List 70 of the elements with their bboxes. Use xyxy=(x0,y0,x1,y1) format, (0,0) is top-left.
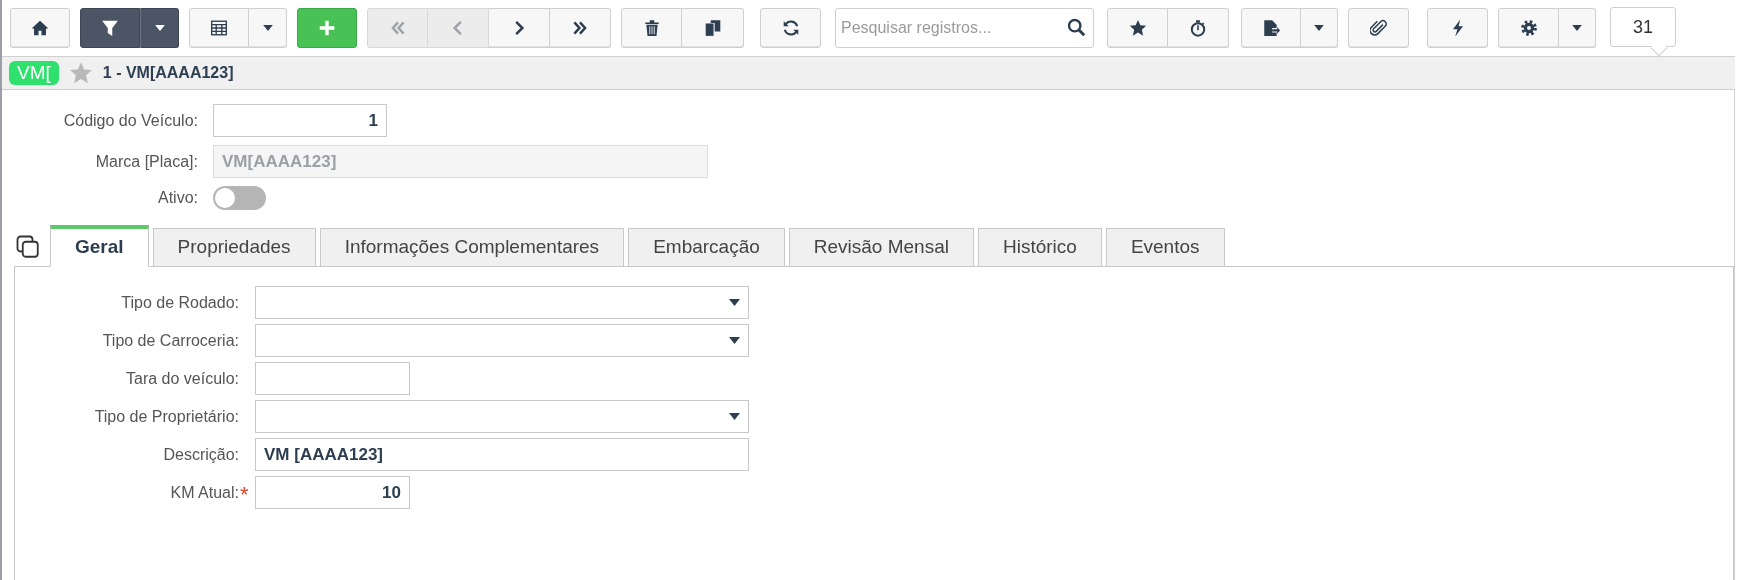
caret-icon xyxy=(729,299,740,306)
filter-dropdown-button[interactable] xyxy=(140,8,179,48)
caret-icon xyxy=(729,337,740,344)
field-label: KM Atual: xyxy=(170,482,239,503)
settings-dropdown-button[interactable] xyxy=(1559,8,1596,48)
timer-icon xyxy=(1189,19,1207,37)
filter-icon xyxy=(101,19,119,37)
tab[interactable]: Propriedades xyxy=(152,228,316,266)
record-badge: VM[ xyxy=(9,61,59,85)
settings-icon xyxy=(1519,19,1538,37)
record-counter: 31 xyxy=(1610,7,1676,47)
favorite-icon xyxy=(1128,19,1147,37)
add-icon xyxy=(318,19,336,37)
export-icon xyxy=(1262,19,1280,37)
delete-icon xyxy=(642,19,661,37)
table-dropdown-button[interactable] xyxy=(249,8,287,48)
required-mark: * xyxy=(240,482,250,503)
number-field[interactable] xyxy=(255,362,410,395)
export-button[interactable] xyxy=(1241,8,1301,48)
settings-button[interactable] xyxy=(1498,8,1559,48)
tab[interactable]: Eventos xyxy=(1105,228,1225,266)
copy-icon[interactable] xyxy=(16,235,40,259)
attach-button[interactable] xyxy=(1348,8,1409,48)
caret-icon xyxy=(729,413,740,420)
field-label: Tipo de Carroceria: xyxy=(102,330,239,351)
field-label: Tara do veículo: xyxy=(126,368,239,389)
caret-icon xyxy=(1572,25,1582,31)
caret-icon xyxy=(262,25,273,31)
delete-button[interactable] xyxy=(621,8,682,48)
tab[interactable]: Revisão Mensal xyxy=(788,228,974,266)
add-button[interactable] xyxy=(297,8,357,48)
action-button[interactable] xyxy=(1427,8,1488,48)
field-label: Descrição: xyxy=(163,444,239,465)
caret-icon xyxy=(1314,25,1324,31)
field-label: Tipo de Proprietário: xyxy=(94,406,239,427)
field-label: Tipo de Rodado: xyxy=(121,292,239,313)
search-field[interactable]: Pesquisar registros... xyxy=(835,8,1094,48)
tab[interactable]: Informações Complementares xyxy=(319,228,625,266)
dropdown-field[interactable] xyxy=(255,324,749,357)
dropdown-field[interactable] xyxy=(255,400,749,433)
caret-icon xyxy=(154,25,165,31)
export-dropdown-button[interactable] xyxy=(1301,8,1338,48)
tab[interactable]: Histórico xyxy=(977,228,1102,266)
code-field[interactable]: 1 xyxy=(213,104,387,137)
record-title: 1 - VM[AAAA123] xyxy=(102,63,234,83)
favorite-button[interactable] xyxy=(1107,8,1168,48)
field-label: Ativo: xyxy=(157,188,199,208)
star-icon[interactable] xyxy=(68,61,93,85)
timer-button[interactable] xyxy=(1168,8,1229,48)
search-icon xyxy=(1067,18,1086,37)
table-button[interactable] xyxy=(189,8,249,48)
dropdown-field[interactable] xyxy=(255,286,749,319)
copy-icon xyxy=(703,19,722,37)
field-label: Código do Veículo: xyxy=(62,110,199,131)
field-label: Marca [Placa]: xyxy=(94,151,199,172)
last-page-button[interactable] xyxy=(550,8,611,48)
tab[interactable]: Geral xyxy=(50,225,149,267)
refresh-button[interactable] xyxy=(760,8,821,48)
copy-button[interactable] xyxy=(682,8,744,48)
active-toggle[interactable] xyxy=(213,186,266,210)
last-page-icon xyxy=(571,19,589,37)
attach-icon xyxy=(1369,19,1388,37)
home-icon xyxy=(31,19,49,37)
filter-button[interactable] xyxy=(80,8,140,48)
number-field[interactable]: 10 xyxy=(255,476,410,509)
refresh-icon xyxy=(781,19,800,37)
tab[interactable]: Embarcação xyxy=(628,228,785,266)
text-field[interactable]: VM [AAAA123] xyxy=(255,438,749,471)
home-button[interactable] xyxy=(10,8,70,48)
table-icon xyxy=(210,19,228,37)
